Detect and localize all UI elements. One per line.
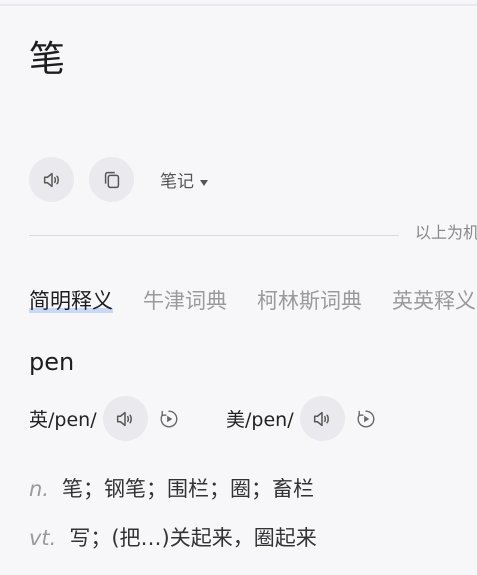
part-of-speech: n. xyxy=(29,477,49,501)
tab-oxford[interactable]: 牛津词典 xyxy=(143,287,227,315)
divider-note: 以上为机 xyxy=(415,223,477,242)
tab-collins[interactable]: 柯林斯词典 xyxy=(257,287,362,315)
uk-pronunciation: 英/pen/ xyxy=(29,396,180,441)
us-phonetic: /pen/ xyxy=(245,409,294,431)
definition-row: vt. 写；(把…)关起来，圈起来 xyxy=(29,523,317,553)
us-replay-button[interactable] xyxy=(355,408,377,430)
replay-icon xyxy=(357,410,375,427)
us-speak-button[interactable] xyxy=(299,396,345,441)
copy-button[interactable] xyxy=(89,157,134,202)
part-of-speech: vt. xyxy=(29,526,57,550)
uk-speak-button[interactable] xyxy=(102,396,148,441)
speaker-icon xyxy=(314,411,329,426)
uk-label: 英 xyxy=(29,409,49,431)
tab-concise[interactable]: 简明释义 xyxy=(29,287,113,315)
copy-icon xyxy=(104,171,119,188)
dictionary-tabs: 简明释义 牛津词典 柯林斯词典 英英释义 xyxy=(29,287,477,315)
headword: pen xyxy=(29,348,75,376)
definition-text: 笔；钢笔；围栏；圈；畜栏 xyxy=(62,477,314,501)
query-word: 笔 xyxy=(29,39,66,80)
divider-line xyxy=(29,235,399,236)
top-border xyxy=(0,4,477,6)
notes-label: 笔记 xyxy=(160,172,194,192)
us-label: 美 xyxy=(226,409,246,431)
caret-down-icon xyxy=(200,180,208,186)
uk-replay-button[interactable] xyxy=(158,408,180,430)
notes-dropdown[interactable]: 笔记 xyxy=(160,170,208,194)
pronounce-button[interactable] xyxy=(29,157,74,202)
speaker-icon xyxy=(117,411,132,426)
definition-text: 写；(把…)关起来，圈起来 xyxy=(69,526,317,550)
definition-row: n. 笔；钢笔；围栏；圈；畜栏 xyxy=(29,474,314,504)
us-pronunciation: 美/pen/ xyxy=(226,396,377,441)
replay-icon xyxy=(160,410,178,427)
speaker-icon xyxy=(43,172,59,187)
uk-phonetic: /pen/ xyxy=(48,409,97,431)
tab-english-english[interactable]: 英英释义 xyxy=(392,287,476,315)
